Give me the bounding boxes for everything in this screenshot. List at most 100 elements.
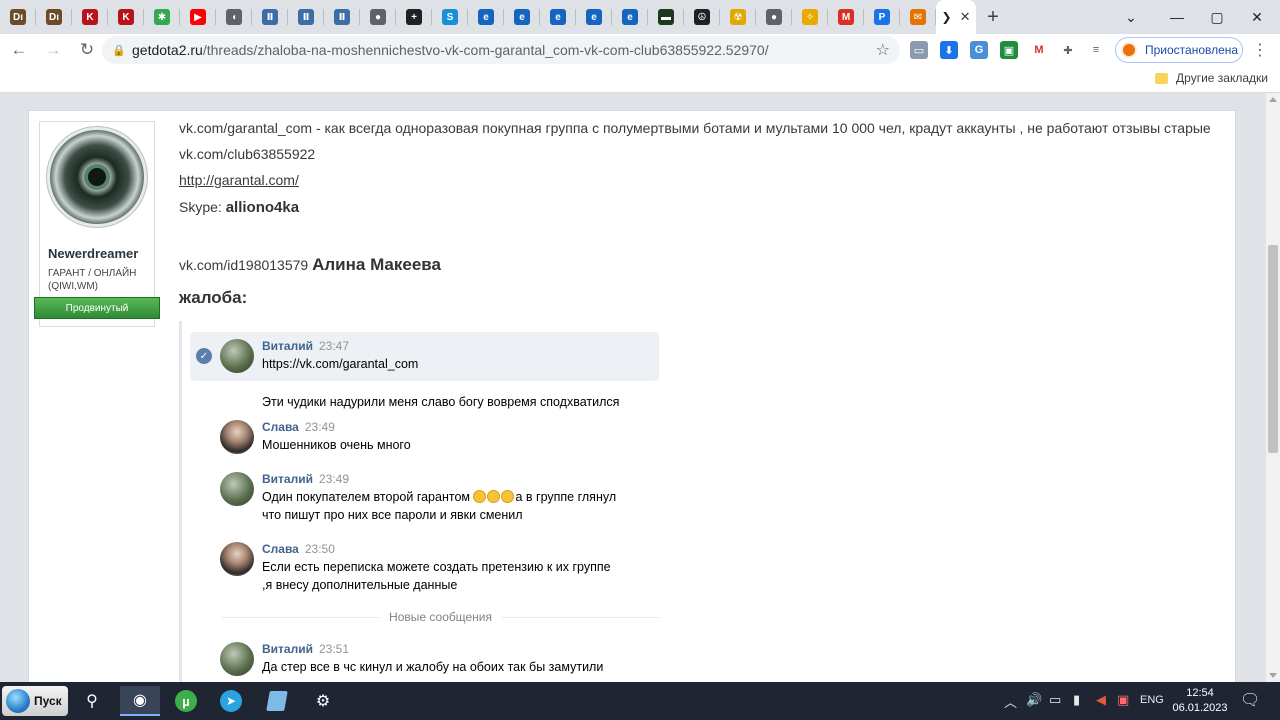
bookmark-star-icon[interactable]: ☆ [876, 40, 890, 60]
browser-tab[interactable]: Ⅱ [252, 0, 288, 34]
browser-tab[interactable]: Dı [36, 0, 72, 34]
browser-tab[interactable]: Ⅱ [324, 0, 360, 34]
close-tab-icon[interactable]: ✕ [960, 9, 971, 25]
browser-taskbar-icon[interactable]: ◉ [120, 686, 160, 716]
cast-extension-icon[interactable]: ▭ [910, 41, 928, 59]
browser-tab[interactable]: K [108, 0, 144, 34]
browser-tab[interactable]: ✱ [144, 0, 180, 34]
mail-icon: ✉ [910, 9, 926, 25]
browser-tab[interactable]: ◖ [216, 0, 252, 34]
reload-icon[interactable]: ↻ [72, 35, 102, 65]
new-tab-button[interactable]: + [976, 0, 1010, 34]
start-button[interactable]: Пуск [2, 686, 68, 716]
chat-author-name[interactable]: Виталий [262, 339, 313, 353]
avatar[interactable] [220, 420, 254, 454]
tab-search-icon[interactable]: ⌄ [1108, 0, 1154, 34]
other-bookmarks[interactable]: Другие закладки [1155, 71, 1268, 85]
browser-tab[interactable]: e [504, 0, 540, 34]
browser-tab[interactable]: ▶ [180, 0, 216, 34]
dm-icon: Dı [46, 9, 62, 25]
search-icon[interactable]: ⚲ [72, 686, 112, 716]
scrollbar-thumb[interactable] [1268, 245, 1278, 453]
chat-author-name[interactable]: Слава [262, 420, 299, 434]
chat-text: Эти чудики надурили меня славо богу вовр… [262, 395, 620, 409]
browser-tab[interactable]: S [432, 0, 468, 34]
browser-menu-icon[interactable]: ⋮ [1252, 40, 1268, 60]
browser-tab[interactable]: Ⅱ [288, 0, 324, 34]
browser-tab[interactable]: P [864, 0, 900, 34]
network-tray-icon[interactable]: ▭ [1049, 692, 1061, 708]
green-extension-icon[interactable]: ▣ [1000, 41, 1018, 59]
browser-tab[interactable]: ☮ [684, 0, 720, 34]
language-indicator[interactable]: ENG [1140, 694, 1164, 706]
tab-strip: Dı Dı K K ✱ ▶ ◖ Ⅱ Ⅱ Ⅱ ● + Se e e e e ▬ ☮ ☢ ● ✧ M P ✉ ❯ ✕ + [0, 0, 1280, 34]
settings-gear-icon[interactable]: ⚙ [303, 686, 343, 716]
chat-author: Слава 23:50 [262, 542, 335, 556]
avatar[interactable] [50, 130, 144, 224]
active-browser-tab[interactable]: ❯ ✕ [936, 0, 976, 34]
avatar[interactable] [220, 339, 254, 373]
avatar[interactable] [220, 642, 254, 676]
notepad-icon[interactable] [257, 686, 297, 716]
page-scrollbar[interactable] [1266, 93, 1280, 682]
forward-icon[interactable]: → [38, 35, 68, 65]
extensions-puzzle-icon[interactable]: ✚ [1059, 41, 1077, 59]
browser-tab[interactable]: K [72, 0, 108, 34]
taskbar-clock[interactable]: 12:54 06.01.2023 [1168, 686, 1232, 716]
edge-icon: e [514, 9, 530, 25]
address-bar[interactable]: 🔒 getdota2.ru/threads/zhaloba-na-moshenn… [102, 36, 900, 64]
browser-toolbar: ← → ↻ 🔒 getdota2.ru/threads/zhaloba-na-m… [0, 34, 1280, 66]
browser-tab[interactable]: ☢ [720, 0, 756, 34]
browser-tab[interactable]: + [396, 0, 432, 34]
translate-extension-icon[interactable]: G [970, 41, 988, 59]
browser-tab[interactable]: e [468, 0, 504, 34]
gmail-extension-icon[interactable]: M [1030, 41, 1048, 59]
browser-tab[interactable]: ● [360, 0, 396, 34]
avatar-eye-icon [88, 168, 106, 186]
back-icon[interactable]: ← [4, 35, 34, 65]
username[interactable]: Newerdreamer [48, 246, 138, 261]
tray-expand-icon[interactable]: ︿ [1004, 692, 1017, 711]
browser-tab[interactable]: ✉ [900, 0, 936, 34]
reading-list-icon[interactable]: ≡ [1087, 41, 1105, 59]
check-icon[interactable]: ✓ [196, 348, 212, 364]
telegram-icon[interactable]: ➤ [211, 686, 251, 716]
scroll-up-icon[interactable] [1269, 97, 1277, 102]
chat-author-name[interactable]: Слава [262, 542, 299, 556]
chat-time: 23:47 [318, 339, 350, 353]
lock-icon[interactable]: 🔒 [106, 44, 132, 57]
browser-tab[interactable]: e [540, 0, 576, 34]
utorrent-icon[interactable]: µ [166, 686, 206, 716]
download-extension-icon[interactable]: ⬇ [940, 41, 958, 59]
browser-tab[interactable]: Dı [0, 0, 36, 34]
bookmarks-bar: Другие закладки [0, 66, 1280, 93]
speaker-muted-icon[interactable]: ◀ [1096, 692, 1106, 708]
globe-icon: ● [370, 9, 386, 25]
browser-tab[interactable]: ● [756, 0, 792, 34]
chat-text: Да стер все в чс кинул и жалобу на обоих… [262, 660, 604, 674]
clock-date: 06.01.2023 [1172, 702, 1228, 714]
garantal-link[interactable]: http://garantal.com/ [179, 172, 299, 188]
url-text[interactable]: getdota2.ru/threads/zhaloba-na-moshennic… [132, 42, 769, 58]
chat-author-name[interactable]: Виталий [262, 472, 313, 486]
network-warning-icon[interactable]: ▣ [1117, 692, 1129, 708]
battery-tray-icon[interactable]: ▮ [1073, 692, 1080, 708]
complaint-heading: жалоба: [179, 288, 248, 307]
chat-author-name[interactable]: Виталий [262, 642, 313, 656]
notifications-icon[interactable]: 🗨 [1240, 690, 1260, 710]
chat-time: 23:51 [318, 642, 350, 656]
close-window-icon[interactable]: ✕ [1234, 0, 1280, 34]
browser-tab[interactable]: e [576, 0, 612, 34]
avatar[interactable] [220, 542, 254, 576]
browser-tab[interactable]: ▬ [648, 0, 684, 34]
browser-tab[interactable]: e [612, 0, 648, 34]
avatar[interactable] [220, 472, 254, 506]
scroll-down-icon[interactable] [1269, 673, 1277, 678]
post-link-garantal[interactable]: http://garantal.com/ [179, 172, 299, 188]
browser-tab[interactable]: ✧ [792, 0, 828, 34]
chat-text: Мошенников очень много [262, 438, 411, 452]
profile-paused-button[interactable]: Приостановлена [1115, 37, 1243, 63]
browser-tab[interactable]: M [828, 0, 864, 34]
volume-tray-icon[interactable]: 🔊 [1026, 692, 1042, 708]
chat-text: Один покупателем второй гарантом а в гру… [262, 488, 616, 524]
